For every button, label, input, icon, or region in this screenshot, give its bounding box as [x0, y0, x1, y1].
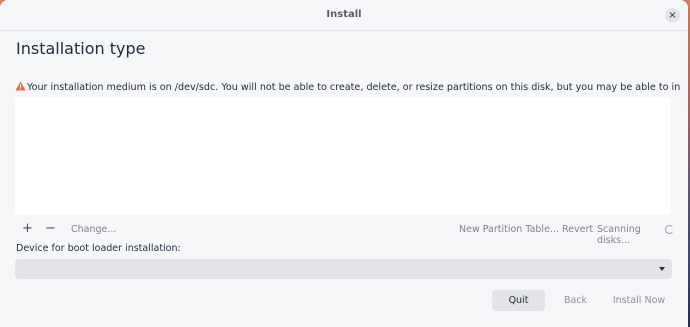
- install-now-button[interactable]: Install Now: [609, 290, 669, 311]
- partition-toolbar: + − Change... New Partition Table... Rev…: [15, 221, 676, 246]
- scanning-status: Scanning disks...: [597, 224, 641, 246]
- add-partition-button[interactable]: +: [22, 221, 33, 236]
- warning-text: Your installation medium is on /dev/sdc.…: [27, 82, 680, 93]
- installer-window: Install × Installation type Your install…: [0, 0, 688, 327]
- spinner-icon: [665, 225, 674, 234]
- close-button[interactable]: ×: [665, 8, 680, 23]
- boot-loader-device-select[interactable]: [15, 259, 672, 279]
- warning-triangle-icon: [15, 81, 26, 91]
- partition-list[interactable]: [15, 97, 671, 215]
- close-icon: ×: [668, 10, 677, 21]
- remove-partition-button[interactable]: −: [45, 221, 56, 236]
- warning-message: Your installation medium is on /dev/sdc.…: [15, 81, 680, 93]
- quit-button[interactable]: Quit: [492, 290, 545, 311]
- page-title: Installation type: [16, 39, 146, 58]
- chevron-down-icon: [659, 267, 665, 271]
- window-title: Install: [326, 9, 362, 20]
- change-partition-button[interactable]: Change...: [71, 224, 116, 235]
- boot-loader-label: Device for boot loader installation:: [16, 243, 181, 254]
- back-button[interactable]: Back: [559, 290, 592, 311]
- revert-button[interactable]: Revert: [562, 224, 593, 235]
- title-bar: Install ×: [0, 0, 688, 31]
- new-partition-table-button[interactable]: New Partition Table...: [459, 224, 559, 235]
